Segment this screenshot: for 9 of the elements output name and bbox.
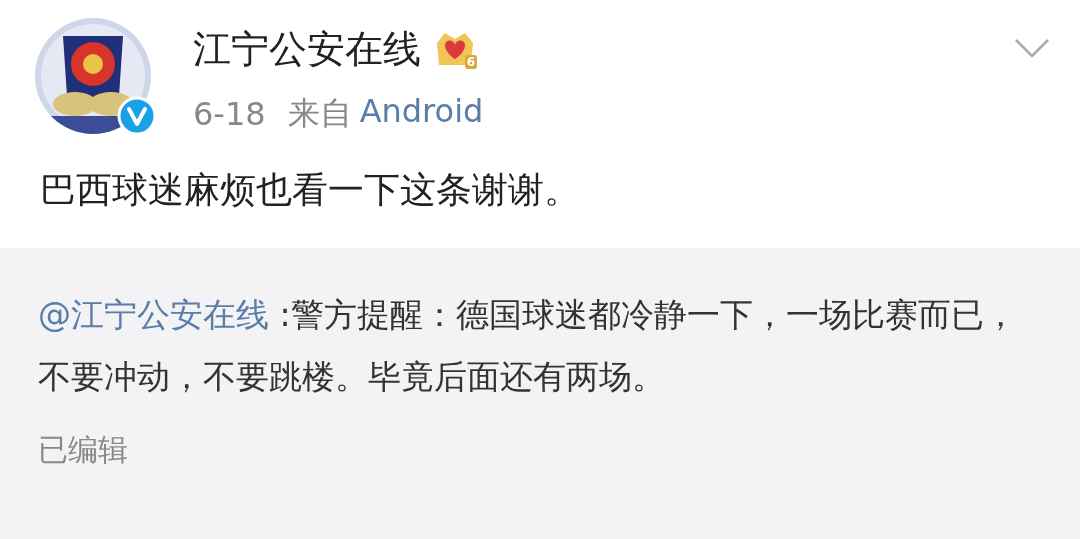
chevron-down-icon[interactable] bbox=[1014, 38, 1050, 60]
post-text: 巴西球迷麻烦也看一下这条谢谢。 bbox=[40, 168, 581, 212]
source-link[interactable]: Android bbox=[359, 92, 484, 136]
mention-link[interactable]: @江宁公安在线 bbox=[38, 295, 269, 334]
edited-label: 已编辑 bbox=[38, 431, 129, 469]
quoted-post-text: @江宁公安在线 :警方提醒：德国球迷都冷静一下，一场比赛而已，不要冲动，不要跳楼。毕竟后面还有两场。 bbox=[38, 294, 1018, 398]
post-date: 6-18 bbox=[193, 95, 266, 133]
source-label: 来自 bbox=[287, 93, 352, 134]
author-name[interactable]: 江宁公安在线 bbox=[193, 23, 421, 75]
